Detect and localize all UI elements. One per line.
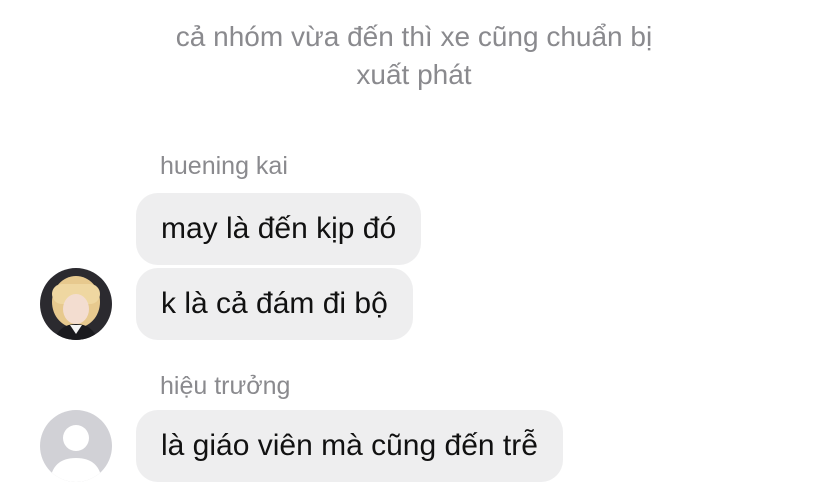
default-person-icon — [40, 410, 112, 482]
avatar-photo-icon — [40, 268, 112, 340]
message-bubble[interactable]: k là cả đám đi bộ — [136, 268, 413, 340]
system-note-line-2: xuất phát — [356, 59, 472, 90]
system-note: cả nhóm vừa đến thì xe cũng chuẩn bị xuấ… — [114, 18, 714, 94]
sender-name-huening-kai: huening kai — [160, 152, 288, 180]
message-bubble[interactable]: may là đến kịp đó — [136, 193, 422, 265]
sender-name-hieu-truong: hiệu trưởng — [160, 372, 291, 400]
default-avatar[interactable] — [40, 410, 112, 482]
message-bubble[interactable]: là giáo viên mà cũng đến trễ — [136, 410, 563, 482]
system-note-line-1: cả nhóm vừa đến thì xe cũng chuẩn bị — [175, 21, 653, 52]
user-photo-avatar[interactable] — [40, 268, 112, 340]
